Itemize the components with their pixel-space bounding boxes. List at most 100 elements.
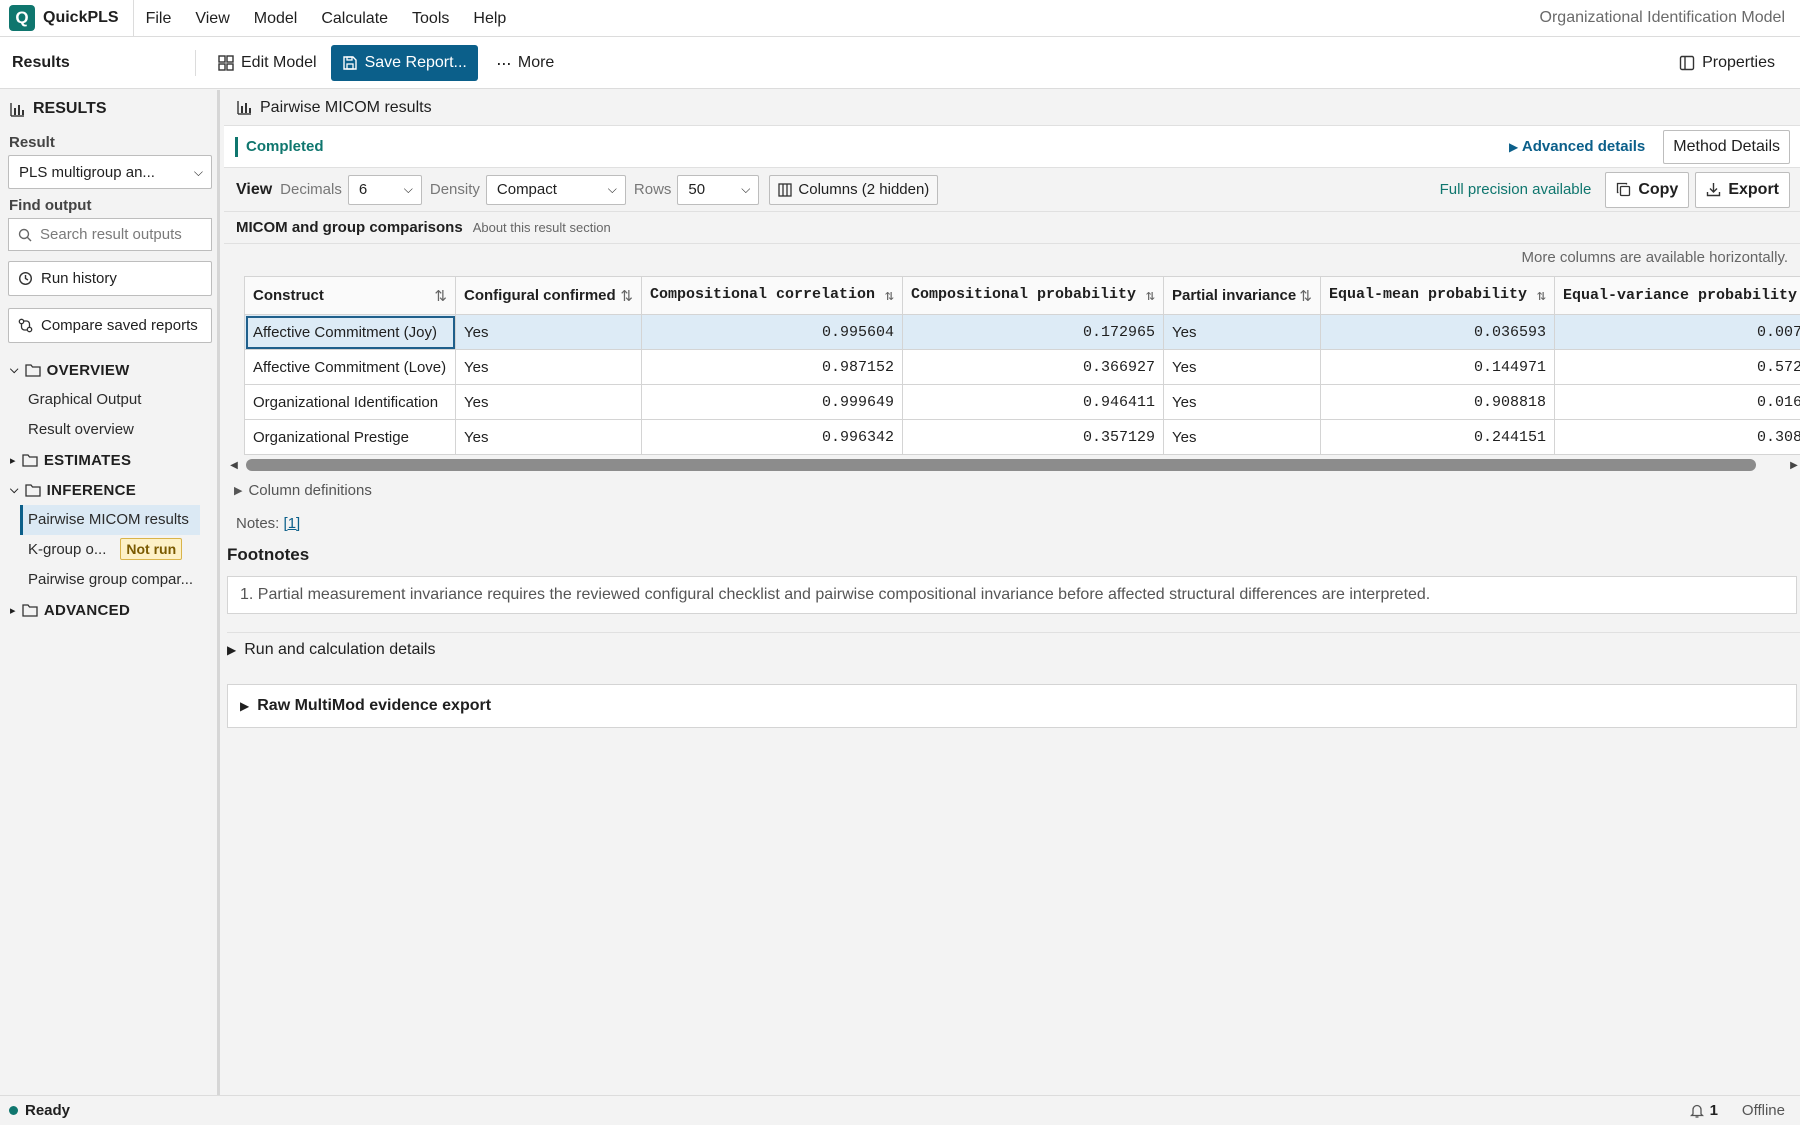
cell-equal-mean[interactable]: 0.144971 — [1320, 349, 1555, 385]
cell-equal-variance[interactable]: 0.30811 — [1554, 419, 1800, 455]
table-row[interactable]: Organizational Prestige Yes 0.996342 0.3… — [244, 419, 1800, 455]
cell-construct[interactable]: Affective Commitment (Joy) — [244, 314, 456, 350]
cell-equal-variance[interactable]: 0.00759 — [1554, 314, 1800, 350]
more-button[interactable]: ··· More — [486, 45, 564, 81]
app-name: QuickPLS — [43, 9, 119, 26]
run-details-label: Run and calculation details — [244, 640, 436, 658]
col-header-partial-invariance[interactable]: Partial invariance ⇅ — [1163, 276, 1321, 315]
cell-comp-correlation[interactable]: 0.999649 — [641, 384, 903, 420]
horizontal-scrollbar[interactable]: ◀ ▶ — [228, 458, 1800, 472]
chevron-right-icon: ▸ — [10, 454, 16, 467]
footnote-link[interactable]: [1] — [284, 515, 301, 532]
section-about-link[interactable]: About this result section — [473, 220, 611, 235]
section-title: MICOM and group comparisons — [236, 219, 463, 236]
cell-construct[interactable]: Affective Commitment (Love) — [244, 349, 456, 385]
scroll-left-icon[interactable]: ◀ — [228, 460, 240, 471]
cell-construct[interactable]: Organizational Identification — [244, 384, 456, 420]
menu-model[interactable]: Model — [242, 0, 310, 37]
bell-icon[interactable] — [1689, 1103, 1704, 1118]
tree-group-inference[interactable]: ⌵ INFERENCE — [0, 475, 217, 505]
columns-button[interactable]: Columns (2 hidden) — [769, 174, 939, 205]
scroll-right-icon[interactable]: ▶ — [1788, 460, 1800, 471]
cell-configural[interactable]: Yes — [455, 384, 642, 420]
history-icon — [18, 271, 33, 286]
cell-equal-mean[interactable]: 0.908818 — [1320, 384, 1555, 420]
tree-item-pairwise-group-comparison[interactable]: Pairwise group compar... — [0, 565, 217, 595]
col-header-equal-mean[interactable]: Equal-mean probability ⇅ — [1320, 276, 1555, 315]
table-row[interactable]: Organizational Identification Yes 0.9996… — [244, 384, 1800, 420]
table-row[interactable]: Affective Commitment (Love) Yes 0.987152… — [244, 349, 1800, 385]
run-history-button[interactable]: Run history — [8, 261, 212, 296]
window-title: Organizational Identification Model — [1539, 9, 1785, 26]
density-select[interactable]: Compact ⌵ — [485, 174, 626, 205]
menu-file[interactable]: File — [134, 0, 184, 37]
cell-comp-probability[interactable]: 0.357129 — [902, 419, 1164, 455]
cell-partial-invariance[interactable]: Yes — [1163, 349, 1321, 385]
tree-group-estimates[interactable]: ▸ ESTIMATES — [0, 445, 217, 475]
cell-comp-correlation[interactable]: 0.987152 — [641, 349, 903, 385]
cell-equal-variance[interactable]: 0.01639 — [1554, 384, 1800, 420]
cell-equal-mean[interactable]: 0.244151 — [1320, 419, 1555, 455]
cell-partial-invariance[interactable]: Yes — [1163, 314, 1321, 350]
column-definitions-toggle[interactable]: ▶ Column definitions — [234, 482, 372, 499]
cell-comp-correlation[interactable]: 0.995604 — [641, 314, 903, 350]
cell-configural[interactable]: Yes — [455, 314, 642, 350]
tree-item-pairwise-micom[interactable]: Pairwise MICOM results — [20, 505, 200, 535]
cell-comp-probability[interactable]: 0.366927 — [902, 349, 1164, 385]
tree-item-k-group[interactable]: K-group o... Not run — [0, 535, 217, 565]
search-input[interactable]: Search result outputs — [8, 218, 212, 251]
advanced-details-toggle[interactable]: ▶ Advanced details — [1509, 138, 1645, 155]
copy-button[interactable]: Copy — [1605, 171, 1690, 208]
tree-group-overview[interactable]: ⌵ OVERVIEW — [0, 355, 217, 385]
tree-item-graphical-output[interactable]: Graphical Output — [0, 385, 217, 415]
tree-item-result-overview[interactable]: Result overview — [0, 415, 217, 445]
scrollbar-thumb[interactable] — [246, 459, 1756, 471]
edit-model-button[interactable]: Edit Model — [208, 45, 327, 81]
rows-select[interactable]: 50 ⌵ — [677, 174, 760, 205]
density-label: Density — [429, 181, 480, 198]
result-select[interactable]: PLS multigroup an... ⌵ — [8, 155, 212, 189]
menu-view[interactable]: View — [183, 0, 241, 37]
save-report-button[interactable]: Save Report... — [330, 44, 478, 81]
decimals-select[interactable]: 6 ⌵ — [347, 174, 422, 205]
more-dots-icon: ··· — [495, 52, 512, 73]
export-button[interactable]: Export — [1695, 171, 1790, 208]
cell-partial-invariance[interactable]: Yes — [1163, 419, 1321, 455]
cell-configural[interactable]: Yes — [455, 419, 642, 455]
col-header-label: Equal-mean probability — [1329, 286, 1528, 303]
cell-comp-probability[interactable]: 0.172965 — [902, 314, 1164, 350]
raw-export-toggle[interactable]: ▶ Raw MultiMod evidence export — [227, 684, 1797, 728]
cell-comp-probability[interactable]: 0.946411 — [902, 384, 1164, 420]
cell-partial-invariance[interactable]: Yes — [1163, 384, 1321, 420]
menu-calculate[interactable]: Calculate — [309, 0, 400, 37]
cell-comp-correlation[interactable]: 0.996342 — [641, 419, 903, 455]
col-header-comp-correlation[interactable]: Compositional correlation ⇅ — [641, 276, 903, 315]
menu-help[interactable]: Help — [461, 0, 518, 37]
col-header-construct[interactable]: Construct ⇅ — [244, 276, 456, 315]
tree-group-advanced[interactable]: ▸ ADVANCED — [0, 595, 217, 625]
cell-configural[interactable]: Yes — [455, 349, 642, 385]
result-select-value: PLS multigroup an... — [19, 163, 155, 181]
menu-tools[interactable]: Tools — [400, 0, 461, 37]
rows-value: 50 — [688, 181, 706, 198]
results-table-viewport[interactable]: Construct ⇅ Configural confirmed ⇅ Composi… — [244, 276, 1800, 456]
scrollbar-track[interactable] — [240, 459, 1788, 471]
col-header-comp-probability[interactable]: Compositional probability ⇅ — [902, 276, 1164, 315]
full-precision-text: Full precision available — [1439, 181, 1592, 198]
cell-equal-mean[interactable]: 0.036593 — [1320, 314, 1555, 350]
cell-equal-variance[interactable]: 0.57208 — [1554, 349, 1800, 385]
table-row[interactable]: Affective Commitment (Joy) Yes 0.995604 … — [244, 314, 1800, 350]
chevron-right-icon: ▸ — [10, 604, 16, 617]
tree-group-label: ESTIMATES — [43, 451, 132, 469]
sidebar-header: RESULTS — [0, 90, 217, 128]
save-icon — [342, 55, 357, 70]
cell-construct[interactable]: Organizational Prestige — [244, 419, 456, 455]
table-header-row: Construct ⇅ Configural confirmed ⇅ Composi… — [244, 276, 1800, 315]
properties-button[interactable]: Properties — [1669, 45, 1785, 81]
method-details-button[interactable]: Method Details — [1663, 129, 1790, 164]
compare-reports-button[interactable]: Compare saved reports — [8, 308, 212, 343]
run-details-toggle[interactable]: ▶ Run and calculation details — [227, 632, 1800, 666]
col-header-configural[interactable]: Configural confirmed ⇅ — [455, 276, 642, 315]
col-header-equal-variance[interactable]: Equal-variance probability — [1554, 276, 1800, 315]
compare-reports-label: Compare saved reports — [41, 317, 198, 334]
